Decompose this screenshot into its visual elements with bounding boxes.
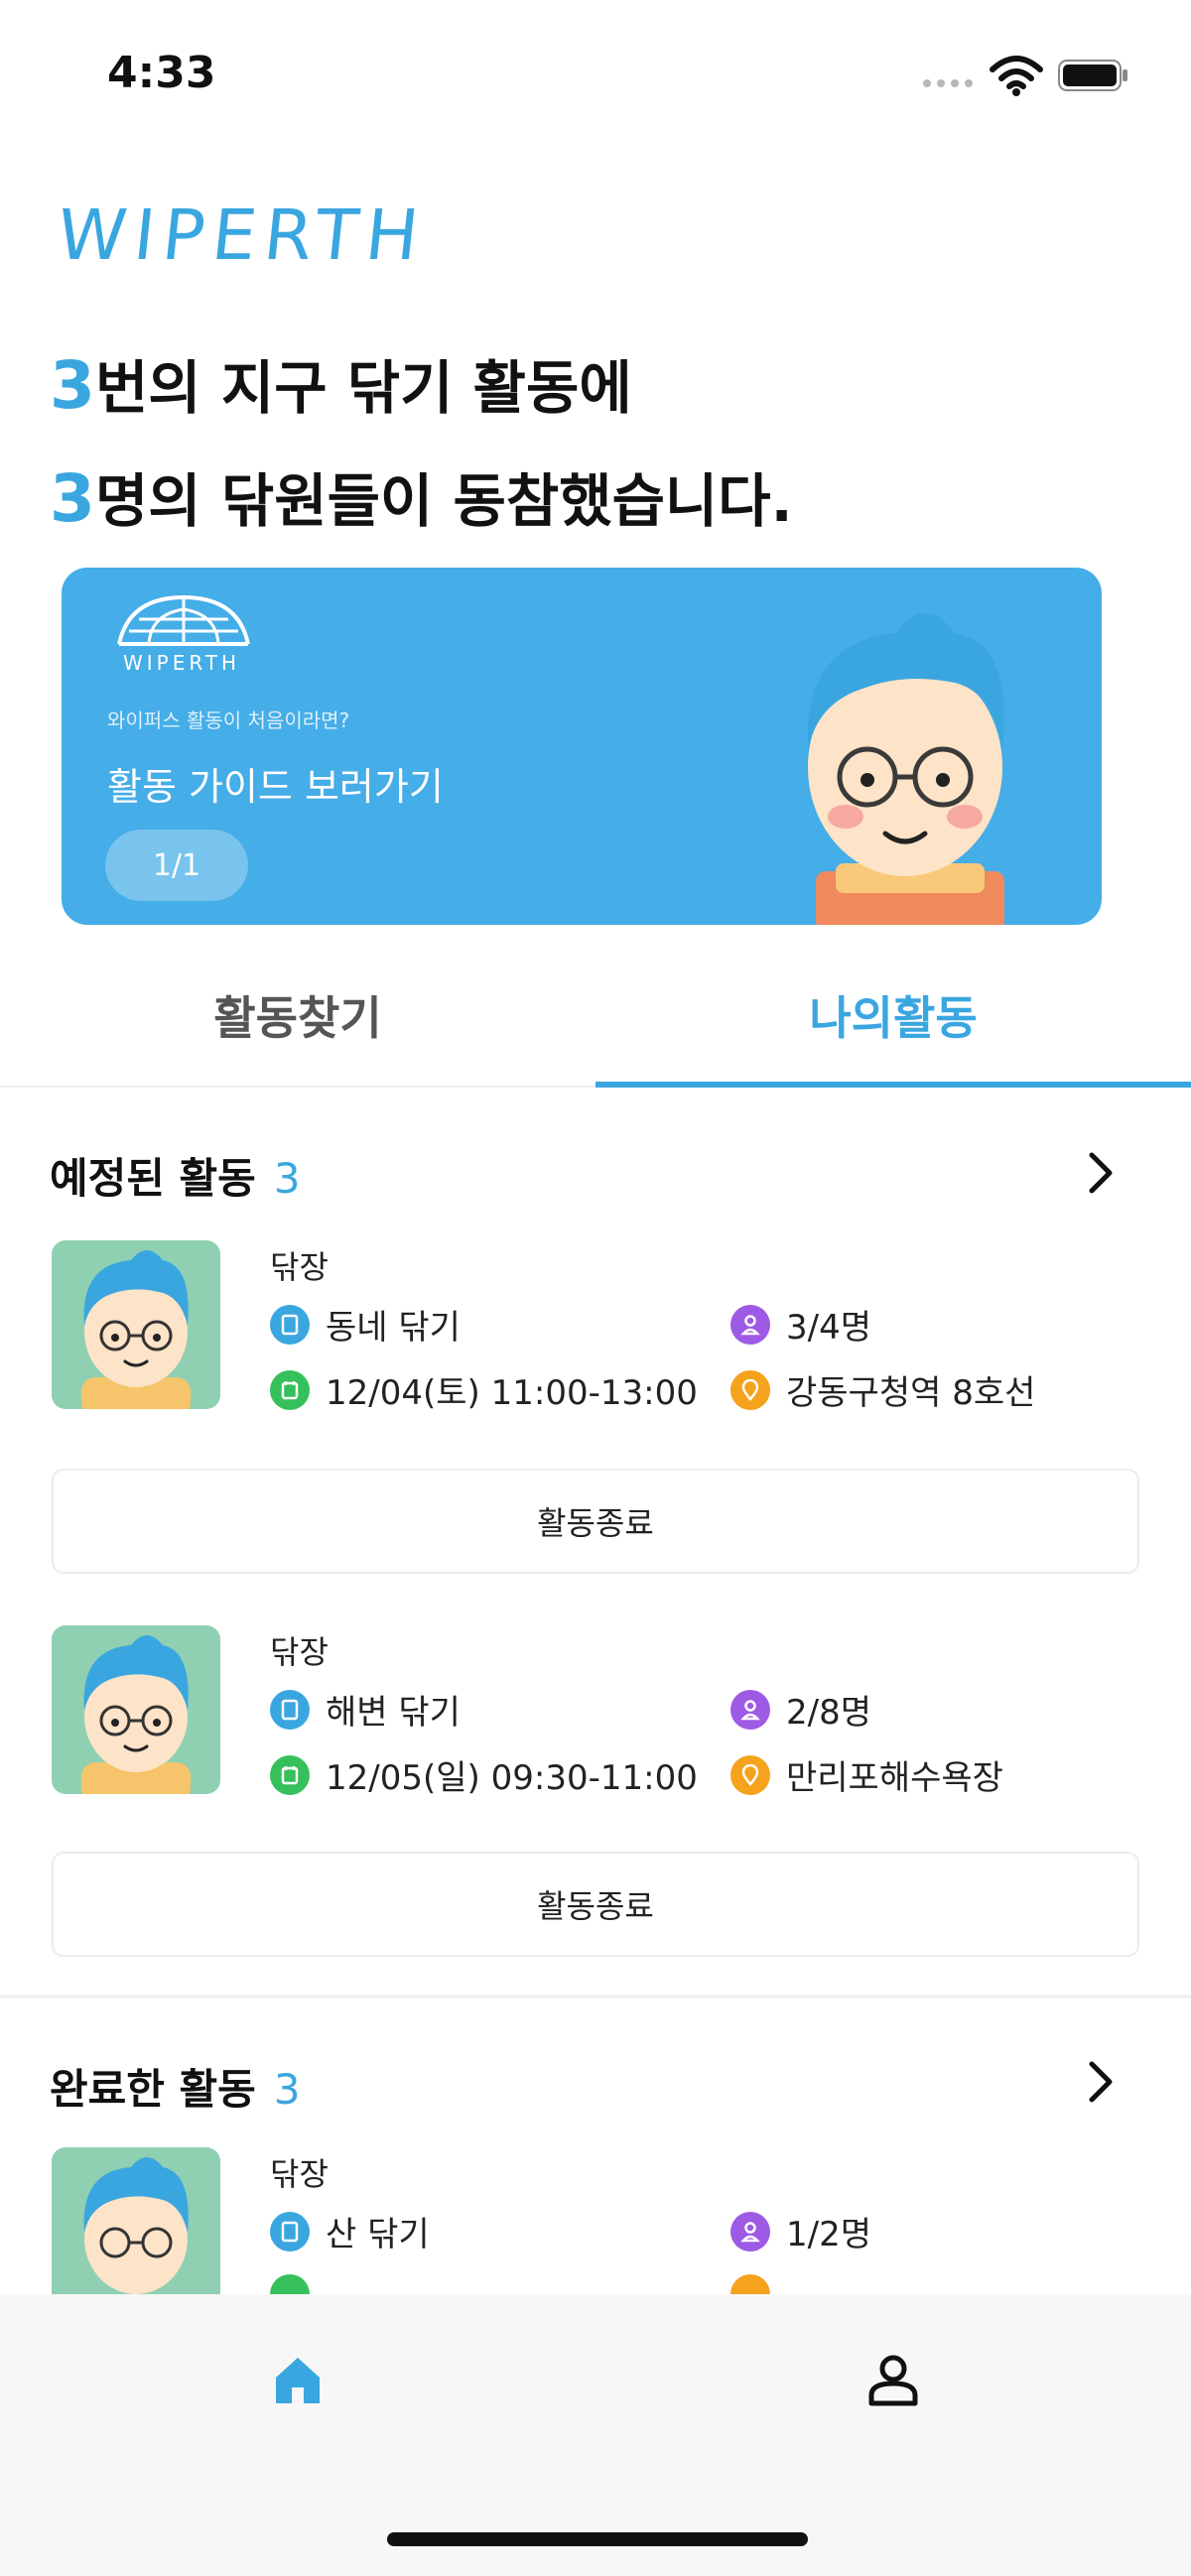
scheduled-count: 3 <box>273 1154 301 1203</box>
home-icon[interactable] <box>270 2352 326 2407</box>
summary-line-2-text: 명의 닦원들이 동참했습니다. <box>94 467 793 535</box>
participants-text: 1/2명 <box>786 2215 871 2254</box>
end-activity-button[interactable]: 활동종료 <box>52 1469 1139 1574</box>
banner-subtitle: 와이퍼스 활동이 처음이라면? <box>107 708 350 732</box>
activity-count: 3 <box>50 347 95 424</box>
person-icon <box>730 2211 770 2252</box>
document-icon <box>270 1304 310 1345</box>
participants-text: 2/8명 <box>786 1693 871 1733</box>
battery-icon <box>1058 60 1127 91</box>
datetime-text: 12/05(일) 09:30-11:00 <box>326 1758 698 1798</box>
tab-my-activity[interactable]: 나의활동 <box>596 982 1191 1048</box>
avatar <box>83 2157 189 2294</box>
person-icon <box>730 1304 770 1345</box>
activity-type-text: 산 닦기 <box>326 2215 430 2254</box>
location-text: 강동구청역 8호선 <box>786 1373 1036 1413</box>
banner-page-indicator: 1/1 <box>105 830 248 901</box>
end-activity-button[interactable]: 활동종료 <box>52 1852 1139 1957</box>
summary-line-1: 3번의 지구 닦기 활동에 <box>50 341 632 425</box>
member-count: 3 <box>50 460 95 537</box>
activity-datetime: 12/05(일) 09:30-11:00 <box>270 1750 698 1799</box>
summary-line-1-text: 번의 지구 닦기 활동에 <box>94 354 632 422</box>
scheduled-section-title: 예정된 활동 3 <box>50 1145 301 1206</box>
activity-location: 강동구청역 8호선 <box>730 1365 1035 1414</box>
activity-location: 만리포해수욕장 <box>730 1750 1003 1799</box>
location-pin-icon <box>730 1754 770 1795</box>
banner-title[interactable]: 활동 가이드 보러가기 <box>107 756 444 811</box>
location-text: 만리포해수욕장 <box>786 1758 1003 1798</box>
activity-role: 닦장 <box>270 1248 329 1286</box>
activity-participants: 2/8명 <box>730 1685 871 1734</box>
calendar-icon <box>270 1754 310 1795</box>
completed-count: 3 <box>273 2065 301 2114</box>
activity-participants: 3/4명 <box>730 1300 871 1349</box>
app-logo: WIPERTH <box>53 194 431 276</box>
chevron-right-icon[interactable] <box>1082 1149 1118 1197</box>
completed-section-title: 완료한 활동 3 <box>50 2056 301 2117</box>
calendar-icon <box>270 1369 310 1410</box>
activity-thumbnail[interactable] <box>52 1625 220 1794</box>
activity-type: 산 닦기 <box>270 2207 430 2255</box>
tab-active-indicator <box>596 1082 1191 1088</box>
activity-thumbnail[interactable] <box>52 1240 220 1409</box>
wifi-icon <box>990 56 1043 96</box>
activity-type-text: 동네 닦기 <box>326 1308 461 1348</box>
document-icon <box>270 2211 310 2252</box>
banner-logo: WIPERTH <box>109 589 258 683</box>
chevron-right-icon[interactable] <box>1082 2058 1118 2106</box>
section-divider <box>0 1995 1191 1998</box>
character-illustration <box>807 613 1004 925</box>
home-indicator <box>387 2532 808 2546</box>
completed-title-text: 완료한 활동 <box>50 2065 256 2114</box>
banner-logo-text: WIPERTH <box>123 651 241 675</box>
activity-role: 닦장 <box>270 1633 329 1671</box>
scheduled-title-text: 예정된 활동 <box>50 1154 256 1203</box>
activity-thumbnail[interactable] <box>52 2147 220 2316</box>
person-icon <box>730 1689 770 1730</box>
status-time: 4:33 <box>107 48 216 98</box>
activity-type: 해변 닦기 <box>270 1685 461 1734</box>
activity-role: 닦장 <box>270 2155 329 2193</box>
guide-banner[interactable]: WIPERTH 와이퍼스 활동이 처음이라면? 활동 가이드 보러가기 1/1 <box>62 568 1102 925</box>
signal-icon <box>923 79 973 87</box>
summary-line-2: 3명의 닦원들이 동참했습니다. <box>50 454 793 538</box>
activity-type: 동네 닦기 <box>270 1300 461 1349</box>
datetime-text: 12/04(토) 11:00-13:00 <box>326 1373 698 1413</box>
profile-icon[interactable] <box>865 2352 921 2407</box>
location-pin-icon <box>730 1369 770 1410</box>
tab-find-activity[interactable]: 활동찾기 <box>0 982 596 1048</box>
avatar <box>81 1250 191 1409</box>
activity-type-text: 해변 닦기 <box>326 1693 461 1733</box>
avatar <box>81 1635 191 1794</box>
participants-text: 3/4명 <box>786 1308 871 1348</box>
activity-datetime: 12/04(토) 11:00-13:00 <box>270 1365 698 1414</box>
activity-participants: 1/2명 <box>730 2207 871 2255</box>
document-icon <box>270 1689 310 1730</box>
